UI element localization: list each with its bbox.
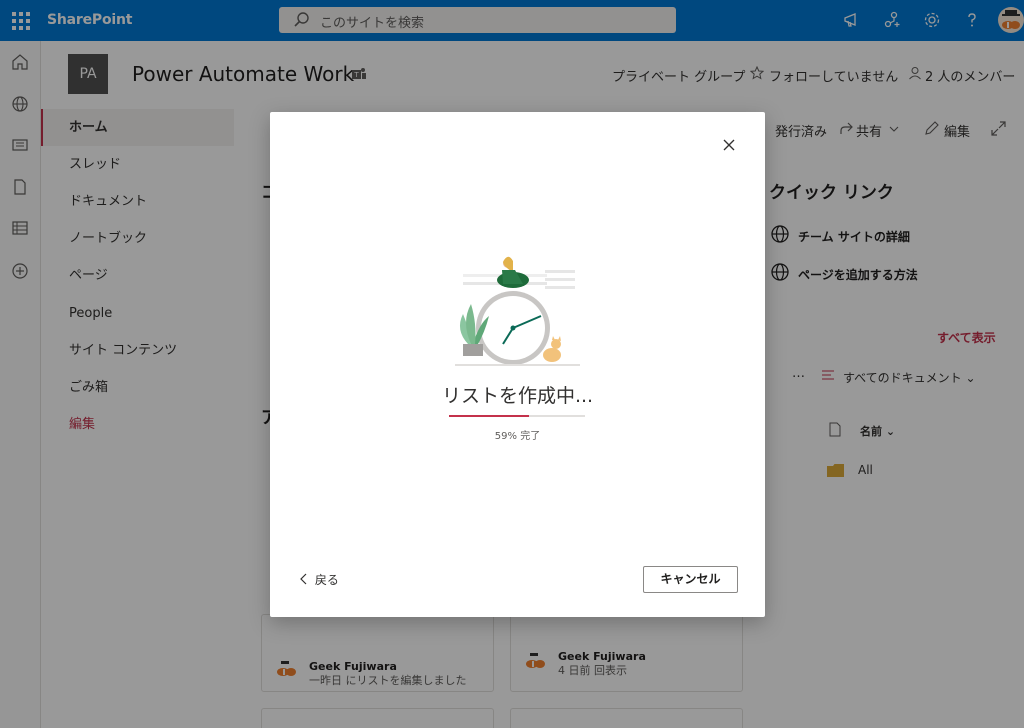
create-list-dialog: リストを作成中... 59% 完了 戻る キャンセル	[270, 112, 765, 617]
close-icon[interactable]	[721, 137, 737, 153]
back-button[interactable]: 戻る	[299, 571, 339, 588]
progress-status-text: リストを作成中...	[441, 385, 594, 407]
back-button-label: 戻る	[314, 573, 339, 587]
progress-bar	[449, 415, 585, 417]
progress-bar-fill	[449, 415, 530, 417]
cancel-button[interactable]: キャンセル	[643, 566, 738, 593]
progress-percent-text: 59% 完了	[494, 431, 541, 442]
clock-illustration	[455, 256, 580, 366]
